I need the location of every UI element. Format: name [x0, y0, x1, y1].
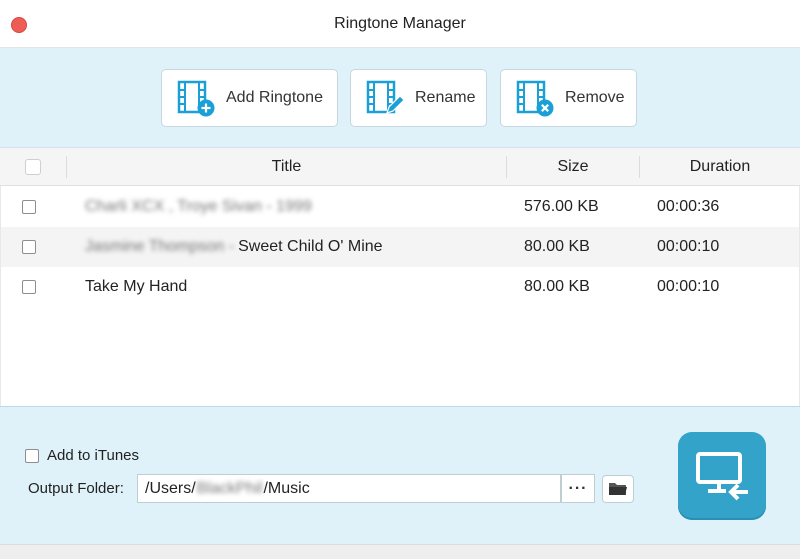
row-title-song: Sweet Child O' Mine	[238, 238, 383, 255]
remove-label: Remove	[565, 89, 625, 106]
status-bar	[0, 544, 800, 559]
film-remove-icon	[516, 80, 554, 117]
size-column-header[interactable]: Size	[507, 148, 639, 186]
toolbar: Add Ringtone Rename Remove	[0, 48, 800, 148]
row-title-song: Take My Hand	[85, 278, 188, 295]
add-ringtone-button[interactable]: Add Ringtone	[161, 69, 338, 127]
rename-label: Rename	[415, 89, 476, 106]
table-row[interactable]: Jasmine Thompson - Sweet Child O' Mine 8…	[1, 227, 799, 267]
path-user: BlackPhil	[196, 479, 263, 497]
browse-more-button[interactable]: ···	[561, 474, 595, 503]
row-checkbox[interactable]	[22, 200, 36, 214]
path-prefix: /Users/	[145, 479, 196, 497]
film-add-icon	[177, 80, 215, 117]
select-all-checkbox[interactable]	[25, 159, 41, 175]
row-title: Take My Hand	[85, 267, 187, 307]
row-title-artist: Charli XCX , Troye Sivan - 1999	[85, 198, 312, 215]
rename-button[interactable]: Rename	[350, 69, 487, 127]
export-to-device-button[interactable]	[678, 432, 766, 520]
row-duration: 00:00:10	[657, 278, 720, 295]
folder-icon	[609, 483, 627, 495]
close-window-button[interactable]	[11, 17, 27, 33]
path-suffix: /Music	[263, 479, 310, 497]
row-size: 80.00 KB	[524, 238, 590, 255]
export-to-pc-icon	[696, 452, 748, 501]
row-size: 576.00 KB	[524, 198, 599, 215]
title-column-header[interactable]: Title	[67, 148, 506, 186]
table-row[interactable]: Charli XCX , Troye Sivan - 1999 576.00 K…	[1, 187, 799, 227]
row-checkbox[interactable]	[22, 280, 36, 294]
add-to-itunes-option[interactable]: Add to iTunes	[25, 447, 139, 464]
output-folder-field[interactable]: /Users/ BlackPhil /Music	[137, 474, 561, 503]
remove-button[interactable]: Remove	[500, 69, 637, 127]
title-bar: Ringtone Manager	[0, 0, 800, 48]
row-title-artist: Jasmine Thompson -	[85, 238, 235, 255]
row-title: Jasmine Thompson - Sweet Child O' Mine	[85, 227, 383, 267]
output-folder-label: Output Folder:	[28, 480, 124, 497]
row-checkbox[interactable]	[22, 240, 36, 254]
row-size: 80.00 KB	[524, 278, 590, 295]
open-folder-button[interactable]	[602, 475, 634, 503]
output-panel: Add to iTunes Output Folder: /Users/ Bla…	[0, 406, 800, 544]
row-duration: 00:00:10	[657, 238, 720, 255]
select-all-cell	[0, 148, 66, 186]
row-duration: 00:00:36	[657, 198, 720, 215]
ringtone-list: Charli XCX , Troye Sivan - 1999 576.00 K…	[0, 186, 800, 406]
duration-column-header[interactable]: Duration	[640, 148, 800, 186]
table-row[interactable]: Take My Hand 80.00 KB 00:00:10	[1, 267, 799, 307]
add-to-itunes-label: Add to iTunes	[47, 447, 139, 464]
add-ringtone-label: Add Ringtone	[226, 89, 323, 106]
row-title: Charli XCX , Troye Sivan - 1999	[85, 187, 312, 227]
add-to-itunes-checkbox[interactable]	[25, 448, 39, 463]
table-header: Title Size Duration	[0, 148, 800, 186]
window-title: Ringtone Manager	[334, 14, 466, 32]
film-edit-icon	[366, 80, 405, 114]
